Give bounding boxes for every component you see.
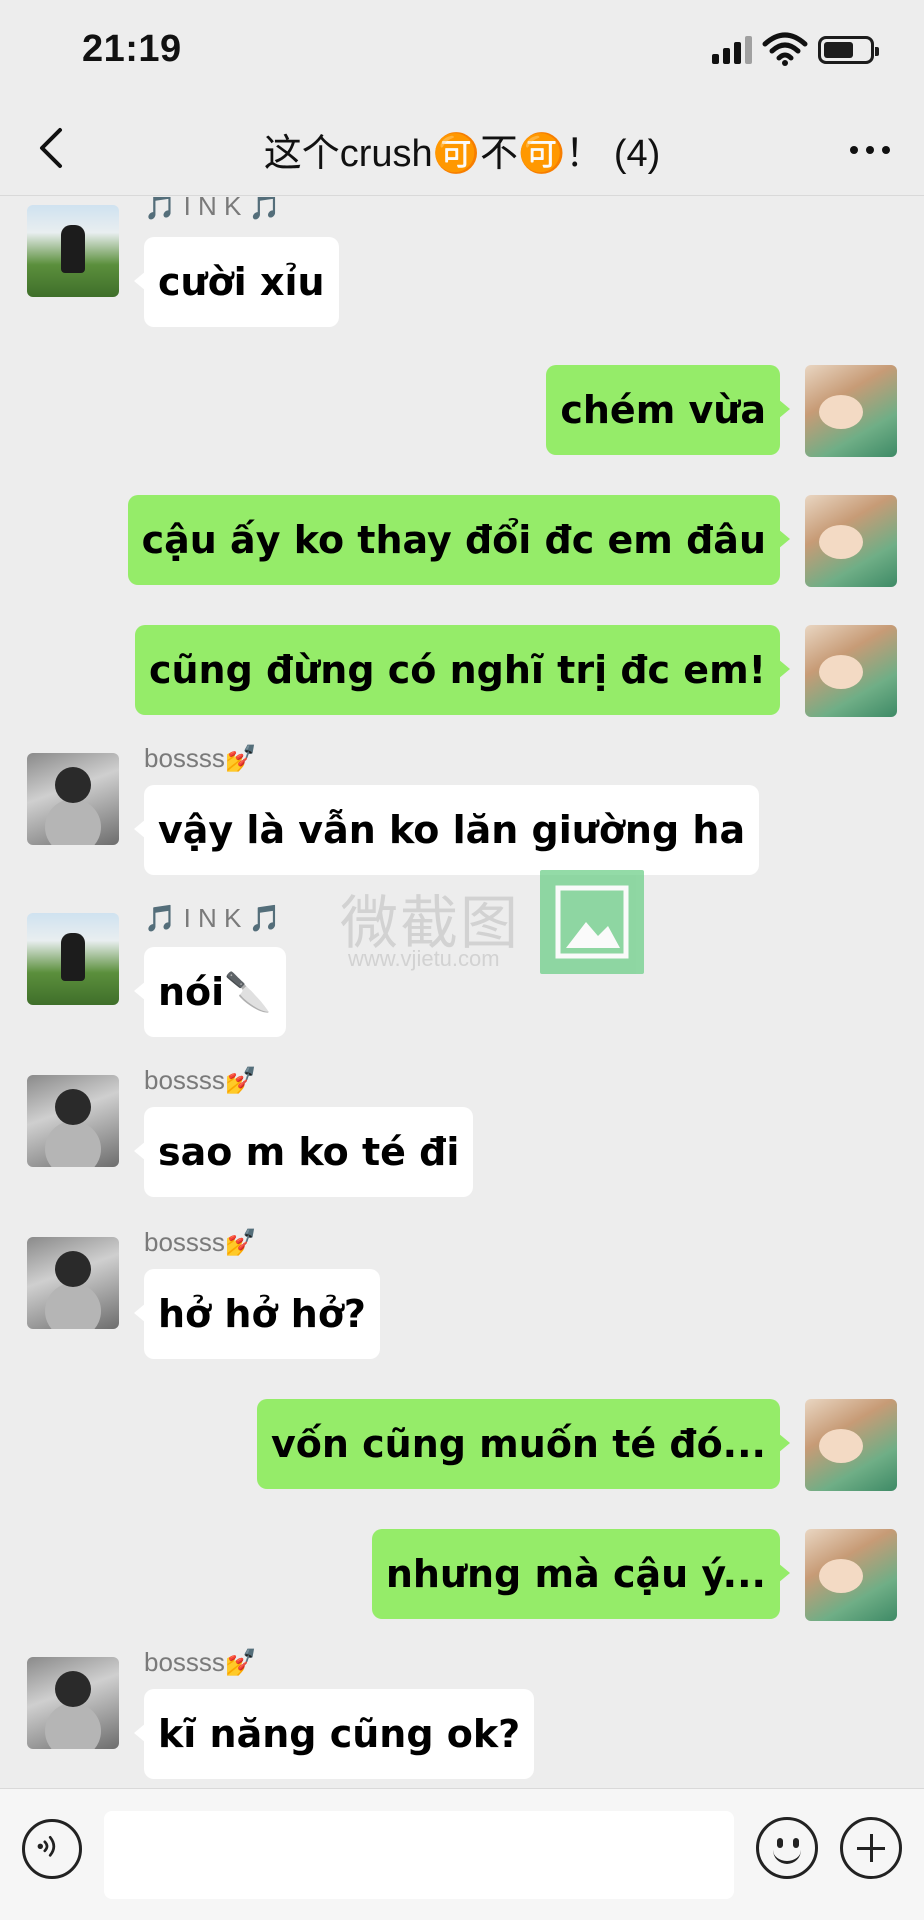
message-bubble[interactable]: cười xỉu: [134, 237, 339, 327]
avatar[interactable]: [805, 625, 897, 717]
message-bubble[interactable]: vốn cũng muốn té đó...: [256, 1399, 791, 1489]
avatar[interactable]: [27, 1075, 119, 1167]
avatar[interactable]: [805, 1529, 897, 1621]
add-attachment-icon[interactable]: [840, 1817, 902, 1879]
sender-name: bossss💅: [144, 743, 258, 773]
avatar[interactable]: [27, 753, 119, 845]
input-bar: [0, 1788, 924, 1920]
sender-name: bossss💅: [144, 1647, 258, 1677]
signal-icon: [712, 36, 754, 64]
avatar[interactable]: [805, 1399, 897, 1491]
message-bubble[interactable]: cũng đừng có nghĩ trị đc em!: [134, 625, 791, 715]
sender-name: 🎵 I N K 🎵: [144, 197, 281, 221]
watermark-logo-icon: [540, 870, 644, 974]
message-bubble[interactable]: nhưng mà cậu ý...: [371, 1529, 791, 1619]
watermark-url: www.vjietu.com: [348, 946, 500, 971]
chat-title: 这个crush🉑不🉑！ (4): [263, 133, 661, 175]
message-bubble[interactable]: sao m ko té đi: [133, 1107, 474, 1197]
watermark: 微截图 www.vjietu.com: [340, 870, 650, 974]
message-bubble[interactable]: hở hở hở?: [134, 1269, 380, 1359]
avatar[interactable]: [805, 365, 897, 457]
nav-bar: 这个crush🉑不🉑！ (4): [0, 100, 924, 196]
message-bubble[interactable]: vậy là vẫn ko lăn giường ha: [133, 785, 760, 875]
message-input[interactable]: [104, 1811, 734, 1899]
battery-icon: [818, 36, 879, 64]
message-list[interactable]: 🎵 I N K 🎵 cười xỉu chém vừa cậu ấy ko th…: [0, 197, 924, 1787]
avatar[interactable]: [27, 1237, 119, 1329]
sender-name: 🎵 I N K 🎵: [144, 903, 281, 933]
avatar[interactable]: [27, 913, 119, 1005]
sender-name: bossss💅: [144, 1065, 258, 1095]
message-bubble[interactable]: kĩ năng cũng ok?: [133, 1689, 535, 1779]
more-options-icon[interactable]: [842, 126, 898, 172]
message-bubble[interactable]: cậu ấy ko thay đổi đc em đâu: [127, 495, 791, 585]
avatar[interactable]: [27, 205, 119, 297]
message-bubble[interactable]: nói🔪: [134, 947, 286, 1037]
voice-input-icon[interactable]: [22, 1819, 82, 1879]
sender-name: bossss💅: [144, 1227, 258, 1257]
emoji-icon[interactable]: [756, 1817, 818, 1879]
status-bar: 21:19: [0, 0, 924, 100]
status-time: 21:19: [82, 28, 182, 70]
avatar[interactable]: [805, 495, 897, 587]
wifi-icon: [762, 32, 808, 66]
message-bubble[interactable]: chém vừa: [546, 365, 790, 455]
avatar[interactable]: [27, 1657, 119, 1749]
